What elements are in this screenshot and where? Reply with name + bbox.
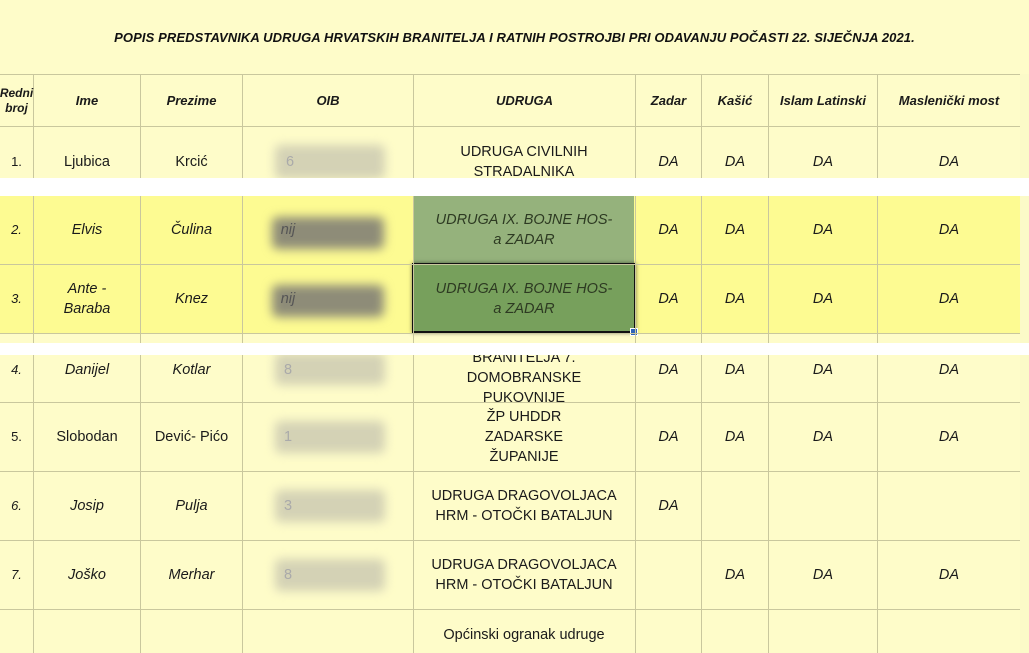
row-6-most <box>878 471 1020 540</box>
row-5-kasic: DA <box>724 428 746 445</box>
row-4-ime: Danijel <box>64 362 110 378</box>
row-5-ime: Slobodan <box>56 428 118 445</box>
row-4-oib: 8 <box>283 362 293 378</box>
row-7-ime: Joško <box>68 566 106 583</box>
row-7-udruga: UDRUGA DRAGOVOLJACA HRM - OTOČKI BATALJU… <box>431 556 617 593</box>
row-2-islam: DA <box>812 222 834 238</box>
row-2-zadar: DA <box>658 222 679 238</box>
row-6-udruga: UDRUGA DRAGOVOLJACA HRM - OTOČKI BATALJU… <box>431 487 617 524</box>
row-5-num: 5. <box>11 428 22 444</box>
row-4-prezime: Kotlar <box>172 362 211 378</box>
row-7-prezime: Merhar <box>168 566 215 583</box>
row-2-most: DA <box>938 222 960 238</box>
row-7-zadar <box>636 540 701 609</box>
row-5-islam: DA <box>812 428 834 445</box>
spreadsheet-grid: POPIS PREDSTAVNIKA UDRUGA HRVATSKIH BRAN… <box>0 0 1029 653</box>
header-kasic: Kašić <box>717 92 753 108</box>
header-ime: Ime <box>75 92 99 108</box>
row-2-num: 2. <box>11 222 22 237</box>
separator-band <box>0 178 1029 196</box>
row-6-oib: 3 <box>283 497 293 514</box>
row-2-kasic: DA <box>724 222 746 238</box>
row-3-islam: DA <box>812 290 834 307</box>
row-2-oib: nij <box>280 222 296 238</box>
row-5-prezime: Dević- Pićo <box>154 428 229 445</box>
row-8-udruga: Općinski ogranak udruge <box>443 627 605 643</box>
row-7-islam: DA <box>812 566 834 583</box>
row-3-most: DA <box>938 290 960 307</box>
header-maslenicki-most: Maslenički most <box>898 92 1000 108</box>
row-7-oib: 8 <box>283 566 293 583</box>
row-3-ime: Ante - Baraba <box>63 280 111 317</box>
row-3-zadar: DA <box>658 290 679 307</box>
row-6-islam <box>769 471 877 540</box>
header-redni-broj: Redni broj <box>0 85 34 115</box>
sheet-title: POPIS PREDSTAVNIKA UDRUGA HRVATSKIH BRAN… <box>0 0 1029 74</box>
row-4-num: 4. <box>11 362 22 377</box>
row-2-udruga[interactable]: UDRUGA IX. BOJNE HOS-a ZADAR <box>414 196 634 264</box>
header-islam-latinski: Islam Latinski <box>780 92 866 108</box>
row-6-prezime: Pulja <box>175 497 208 514</box>
row-3-udruga[interactable]: UDRUGA IX. BOJNE HOS-a ZADAR <box>414 264 634 333</box>
row-3-oib: nij <box>280 290 296 307</box>
header-zadar: Zadar <box>650 92 687 108</box>
row-6-zadar: DA <box>658 497 679 514</box>
row-5-most: DA <box>938 428 960 445</box>
row-7-most: DA <box>938 566 960 583</box>
row-6-ime: Josip <box>70 497 104 514</box>
row-6-kasic <box>702 471 768 540</box>
row-5-oib: 1 <box>283 428 293 445</box>
header-prezime: Prezime <box>166 92 217 108</box>
row-3-prezime: Knez <box>174 290 209 307</box>
row-4-zadar: DA <box>658 362 679 378</box>
row-4-most: DA <box>938 362 960 378</box>
row-5-zadar: DA <box>658 428 679 445</box>
row-7-kasic: DA <box>724 566 746 583</box>
header-udruga: UDRUGA <box>495 92 554 108</box>
row-3-kasic: DA <box>724 290 746 307</box>
row-2-prezime: Čulina <box>170 222 213 238</box>
row-6-num: 6. <box>11 497 22 513</box>
row-4-kasic: DA <box>724 362 746 378</box>
row-4-udruga: BRANITELJA 7. DOMOBRANSKE PUKOVNIJE <box>466 350 582 406</box>
row-5-udruga: ŽP UHDDR ZADARSKE ŽUPANIJE <box>484 408 564 465</box>
row-7-num: 7. <box>11 566 22 582</box>
row-2-ime: Elvis <box>71 222 103 238</box>
header-oib: OIB <box>316 92 340 108</box>
separator-band <box>0 343 1029 355</box>
row-4-islam: DA <box>812 362 834 378</box>
row-3-num: 3. <box>11 290 22 306</box>
